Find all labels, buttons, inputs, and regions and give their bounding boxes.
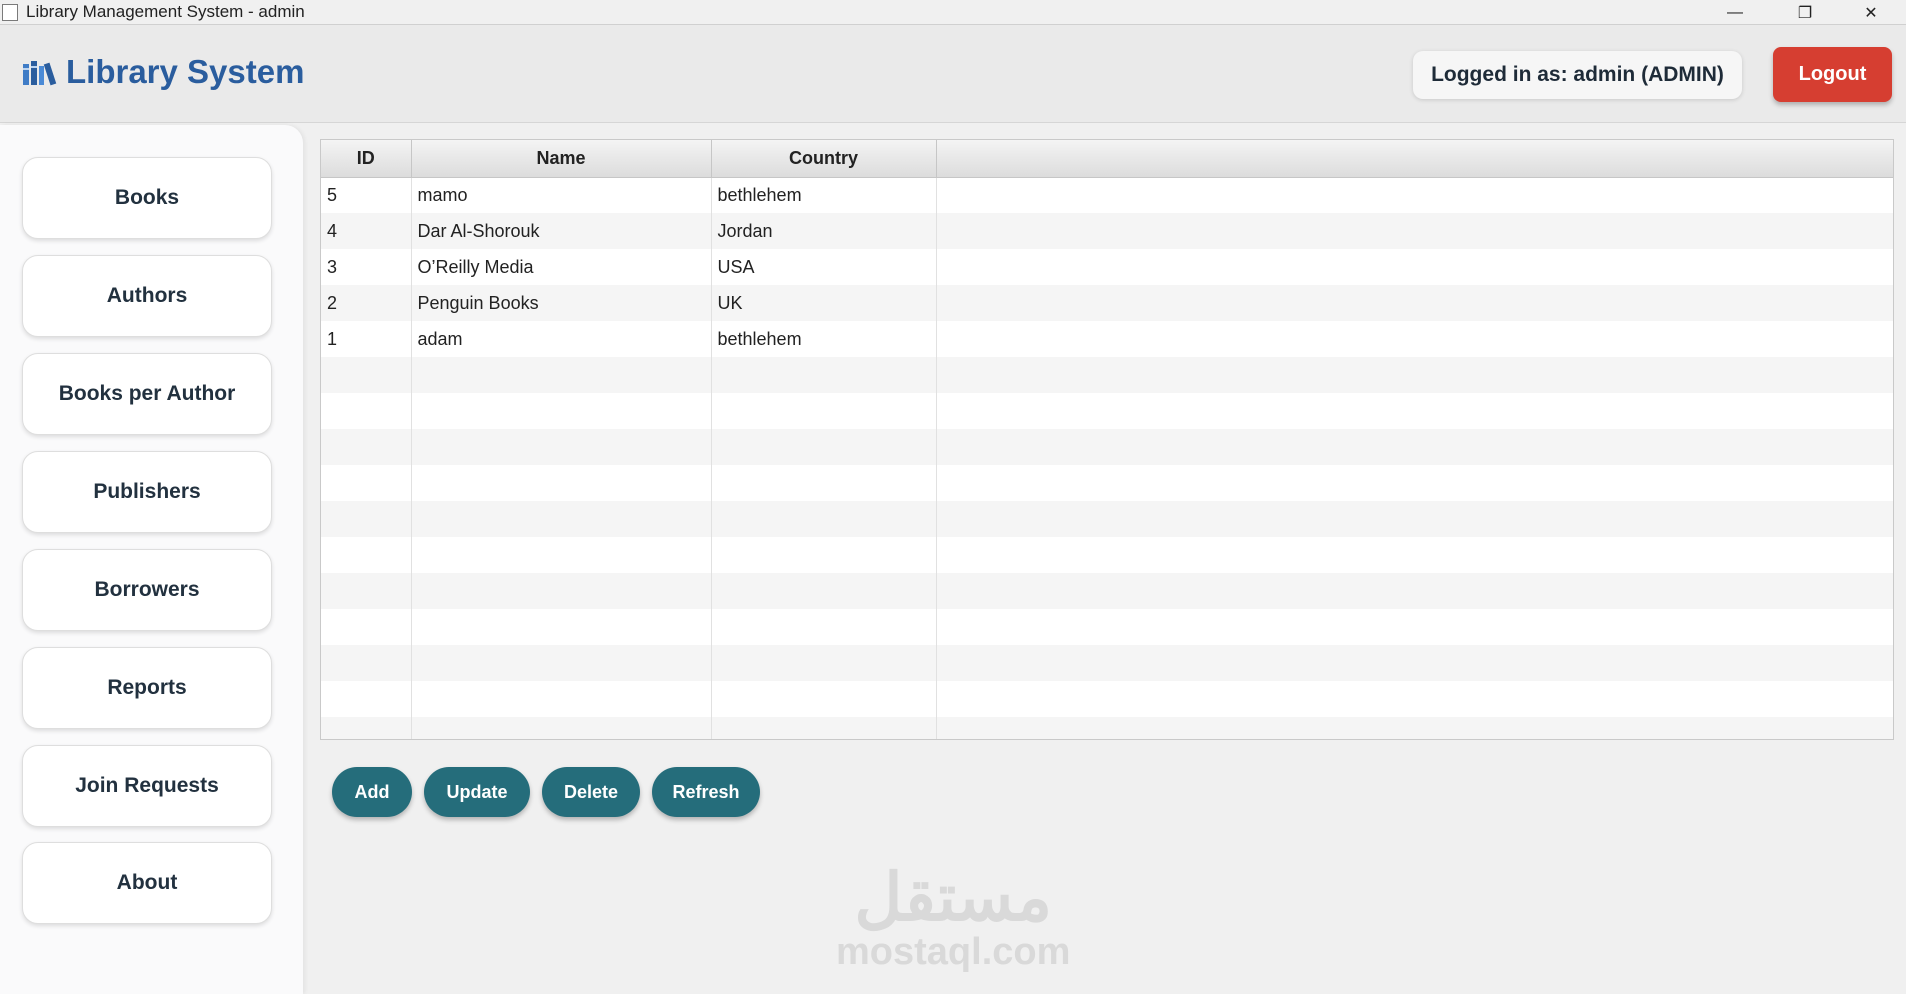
add-button[interactable]: Add — [332, 767, 412, 817]
watermark-latin: mostaql.com — [836, 931, 1071, 973]
empty-row — [321, 573, 1893, 609]
action-bar: Add Update Delete Refresh — [332, 767, 760, 817]
window-title: Library Management System - admin — [26, 2, 305, 21]
sidebar-item-books[interactable]: Books — [22, 157, 272, 239]
cell-name: Dar Al-Shorouk — [411, 213, 712, 249]
window-title-bar: Library Management System - admin — ❐ ✕ — [0, 0, 1906, 25]
cell-filler — [936, 213, 1893, 249]
cell-id: 4 — [321, 213, 412, 249]
empty-row — [321, 429, 1893, 465]
cell-filler — [936, 249, 1893, 285]
cell-filler — [936, 321, 1893, 357]
empty-row — [321, 357, 1893, 393]
maximize-icon[interactable]: ❐ — [1770, 0, 1840, 25]
empty-row — [321, 645, 1893, 681]
column-header-filler — [936, 140, 1893, 178]
column-header-id[interactable]: ID — [321, 140, 412, 178]
cell-id: 3 — [321, 249, 412, 285]
watermark-arabic: مستقل — [854, 860, 1052, 934]
sidebar-item-join-requests[interactable]: Join Requests — [22, 745, 272, 827]
table-row[interactable]: 4 Dar Al-Shorouk Jordan — [321, 213, 1893, 249]
cell-country: bethlehem — [711, 177, 937, 213]
sidebar-item-books-per-author[interactable]: Books per Author — [22, 353, 272, 435]
table-header-row: ID Name Country — [321, 140, 1893, 178]
cell-country: Jordan — [711, 213, 937, 249]
cell-id: 1 — [321, 321, 412, 357]
table-row[interactable]: 2 Penguin Books UK — [321, 285, 1893, 321]
cell-name: adam — [411, 321, 712, 357]
cell-name: O’Reilly Media — [411, 249, 712, 285]
table-row[interactable]: 3 O’Reilly Media USA — [321, 249, 1893, 285]
update-button[interactable]: Update — [424, 767, 530, 817]
minimize-icon[interactable]: — — [1700, 0, 1770, 25]
delete-button[interactable]: Delete — [542, 767, 640, 817]
sidebar-item-borrowers[interactable]: Borrowers — [22, 549, 272, 631]
sidebar-item-publishers[interactable]: Publishers — [22, 451, 272, 533]
sidebar-item-about[interactable]: About — [22, 842, 272, 924]
empty-row — [321, 393, 1893, 429]
table-row[interactable]: 5 mamo bethlehem — [321, 177, 1893, 213]
app-header: Library System Logged in as: admin (ADMI… — [0, 25, 1906, 123]
empty-row — [321, 681, 1893, 717]
cell-filler — [936, 285, 1893, 321]
refresh-button[interactable]: Refresh — [652, 767, 760, 817]
empty-row — [321, 609, 1893, 645]
publishers-table[interactable]: ID Name Country 5 mamo bethlehem 4 Dar A… — [320, 139, 1894, 740]
column-header-name[interactable]: Name — [411, 140, 712, 178]
brand-title: Library System — [66, 53, 305, 90]
cell-id: 2 — [321, 285, 412, 321]
cell-country: UK — [711, 285, 937, 321]
cell-name: mamo — [411, 177, 712, 213]
cell-country: bethlehem — [711, 321, 937, 357]
cell-country: USA — [711, 249, 937, 285]
sidebar: Books Authors Books per Author Publisher… — [0, 125, 303, 994]
empty-row — [321, 465, 1893, 501]
brand: Library System — [22, 53, 304, 91]
table-row[interactable]: 1 adam bethlehem — [321, 321, 1893, 357]
sidebar-item-reports[interactable]: Reports — [22, 647, 272, 729]
empty-row — [321, 501, 1893, 537]
close-icon[interactable]: ✕ — [1836, 0, 1906, 25]
cell-id: 5 — [321, 177, 412, 213]
cell-name: Penguin Books — [411, 285, 712, 321]
books-icon — [23, 61, 57, 86]
empty-row — [321, 717, 1893, 739]
watermark: مستقل mostaql.com — [836, 862, 1070, 972]
sidebar-item-authors[interactable]: Authors — [22, 255, 272, 337]
logout-button[interactable]: Logout — [1773, 47, 1892, 102]
app-icon — [2, 3, 18, 21]
empty-row — [321, 537, 1893, 573]
cell-filler — [936, 177, 1893, 213]
column-header-country[interactable]: Country — [711, 140, 937, 178]
logged-in-status: Logged in as: admin (ADMIN) — [1413, 51, 1742, 99]
